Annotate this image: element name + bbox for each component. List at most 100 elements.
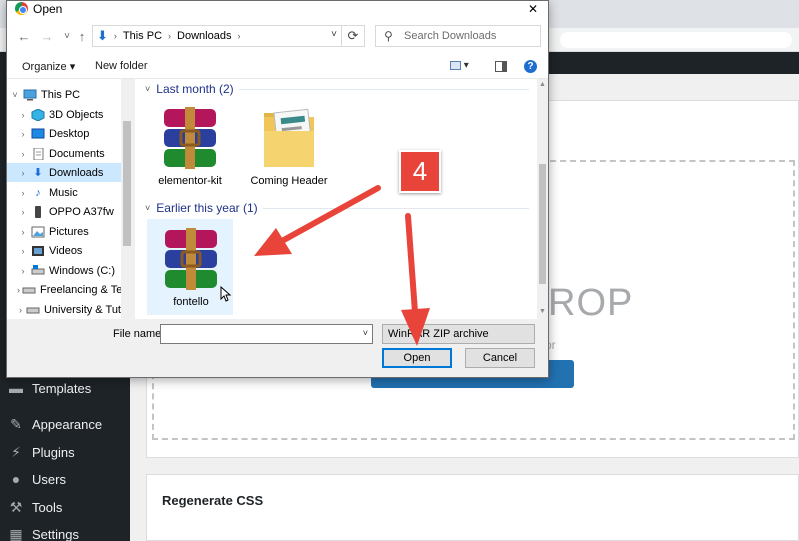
file-item-fontello[interactable]: fontello <box>147 219 233 315</box>
nav-item-oppo[interactable]: › OPPO A37fw <box>7 202 121 221</box>
scrollbar-thumb[interactable] <box>123 121 131 246</box>
help-icon[interactable]: ? <box>524 60 537 73</box>
recent-locations-icon[interactable]: ˅ <box>59 28 75 44</box>
nav-item-music[interactable]: › ♪ Music <box>7 183 121 202</box>
drive-icon <box>31 264 45 277</box>
file-type-select[interactable]: WinRAR ZIP archive ˅ <box>382 324 535 344</box>
chevron-down-icon: ˅ <box>145 84 151 94</box>
music-icon: ♪ <box>35 186 41 199</box>
nav-item-pictures[interactable]: › Pictures <box>7 222 121 241</box>
browser-omnibox[interactable] <box>560 32 792 48</box>
scrollbar-thumb[interactable] <box>539 164 546 284</box>
forward-arrow-icon[interactable]: → <box>39 28 55 44</box>
breadcrumb-downloads[interactable]: Downloads <box>177 30 231 42</box>
regenerate-css-title: Regenerate CSS <box>162 493 264 508</box>
refresh-icon[interactable]: ⟳ <box>341 25 365 47</box>
chevron-right-icon: › <box>237 31 241 41</box>
drive-icon <box>22 284 36 296</box>
chevron-right-icon[interactable]: › <box>17 168 29 178</box>
search-icon: ⚲ <box>384 29 393 43</box>
organize-menu[interactable]: Organize ▾ <box>22 60 75 73</box>
preview-pane-icon[interactable] <box>495 61 507 72</box>
folder-icon <box>264 108 314 167</box>
chevron-right-icon: › <box>168 31 172 41</box>
cube-icon <box>31 108 45 121</box>
file-name-label: File name: <box>113 328 165 340</box>
chevron-right-icon: › <box>113 31 117 41</box>
file-name-label: elementor-kit <box>158 175 222 187</box>
chevron-down-icon: ˅ <box>145 203 151 213</box>
chevron-down-icon[interactable]: ˅ <box>363 328 368 338</box>
dialog-navbar: ← → ˅ ↑ ⬇ › This PC › Downloads › ˅ ⟳ ⚲ <box>7 17 548 55</box>
cancel-button[interactable]: Cancel <box>465 348 535 368</box>
chevron-right-icon[interactable]: › <box>17 227 29 237</box>
nav-item-downloads[interactable]: › ⬇ Downloads <box>7 163 121 182</box>
chevron-right-icon[interactable]: › <box>17 110 29 120</box>
nav-item-this-pc[interactable]: ˅ This PC <box>7 85 121 104</box>
documents-icon <box>31 147 45 160</box>
user-icon: ● <box>11 471 21 487</box>
chevron-down-icon[interactable]: ˅ <box>9 90 21 100</box>
chevron-down-icon[interactable]: ˅ <box>331 29 337 40</box>
file-name-combo: ˅ <box>160 324 373 344</box>
scroll-up-icon[interactable]: ▲ <box>539 81 546 88</box>
open-button[interactable]: Open <box>382 348 452 368</box>
chevron-right-icon[interactable]: › <box>17 129 29 139</box>
pictures-icon <box>31 226 45 238</box>
file-item-elementor-kit[interactable]: elementor-kit <box>147 99 233 195</box>
nav-item-desktop[interactable]: › Desktop <box>7 124 121 143</box>
chevron-down-icon: ˅ <box>388 329 394 339</box>
wp-menu-tools[interactable]: ⚒ Tools <box>0 493 130 521</box>
dialog-title: Open <box>33 2 63 16</box>
nav-item-university[interactable]: › University & Tut <box>7 300 121 319</box>
drop-zone-title: ROP <box>548 282 634 324</box>
desktop-icon <box>31 128 45 140</box>
search-input[interactable] <box>404 28 534 44</box>
file-item-coming-header[interactable]: Coming Header <box>246 99 332 195</box>
breadcrumb-this-pc[interactable]: This PC <box>123 30 162 42</box>
chevron-right-icon[interactable]: › <box>17 246 29 256</box>
search-box: ⚲ <box>375 25 541 47</box>
chevron-right-icon[interactable]: › <box>17 149 29 159</box>
up-arrow-icon[interactable]: ↑ <box>74 28 90 44</box>
group-header-earlier-this-year[interactable]: ˅ Earlier this year (1) <box>145 199 258 217</box>
wp-menu-settings[interactable]: ▦ Settings <box>0 520 130 541</box>
address-bar[interactable]: ⬇ › This PC › Downloads › ˅ <box>92 25 342 47</box>
files-pane: ˅ Last month (2) elementor-kit Coming He… <box>135 79 539 319</box>
winrar-archive-icon <box>165 228 217 290</box>
nav-item-3d-objects[interactable]: › 3D Objects <box>7 105 121 124</box>
nav-item-documents[interactable]: › Documents <box>7 144 121 163</box>
download-icon: ⬇ <box>33 167 43 179</box>
wp-menu-templates[interactable]: ▬ Templates <box>0 374 130 402</box>
view-icon <box>450 60 461 70</box>
chevron-right-icon[interactable]: › <box>17 305 24 315</box>
chevron-right-icon[interactable]: › <box>17 266 29 276</box>
chevron-right-icon[interactable]: › <box>17 207 29 217</box>
scroll-down-icon[interactable]: ▼ <box>539 308 546 315</box>
new-folder-button[interactable]: New folder <box>95 60 148 72</box>
plug-icon: ⚡ <box>11 443 21 460</box>
mouse-cursor-icon <box>220 286 232 302</box>
close-icon[interactable]: ✕ <box>518 1 548 17</box>
group-divider <box>263 208 529 209</box>
file-name-label: Coming Header <box>250 175 328 187</box>
wp-menu-appearance[interactable]: ✎ Appearance <box>0 410 130 438</box>
nav-item-freelancing[interactable]: › Freelancing & Te <box>7 280 122 299</box>
wp-menu-plugins[interactable]: ⚡ Plugins <box>0 438 130 466</box>
nav-item-videos[interactable]: › Videos <box>7 241 121 260</box>
nav-item-windows-c[interactable]: › Windows (C:) <box>7 261 121 280</box>
files-pane-scrollbar[interactable]: ▲ ▼ <box>537 79 548 319</box>
navigation-pane: ˅ This PC › 3D Objects › Desktop › Docum… <box>7 79 133 319</box>
chevron-right-icon[interactable]: › <box>17 188 29 198</box>
navigation-pane-scrollbar[interactable] <box>121 79 133 319</box>
wrench-icon: ⚒ <box>9 498 23 515</box>
back-arrow-icon[interactable]: ← <box>16 28 32 44</box>
pc-icon <box>23 89 37 101</box>
chevron-right-icon[interactable]: › <box>17 285 20 295</box>
file-name-input[interactable] <box>161 325 351 343</box>
group-header-last-month[interactable]: ˅ Last month (2) <box>145 80 234 98</box>
dialog-titlebar[interactable]: Open ✕ <box>7 1 548 17</box>
wp-menu-users[interactable]: ● Users <box>0 465 130 493</box>
drive-icon <box>26 304 40 316</box>
change-view-button[interactable]: ▾ <box>450 60 472 74</box>
